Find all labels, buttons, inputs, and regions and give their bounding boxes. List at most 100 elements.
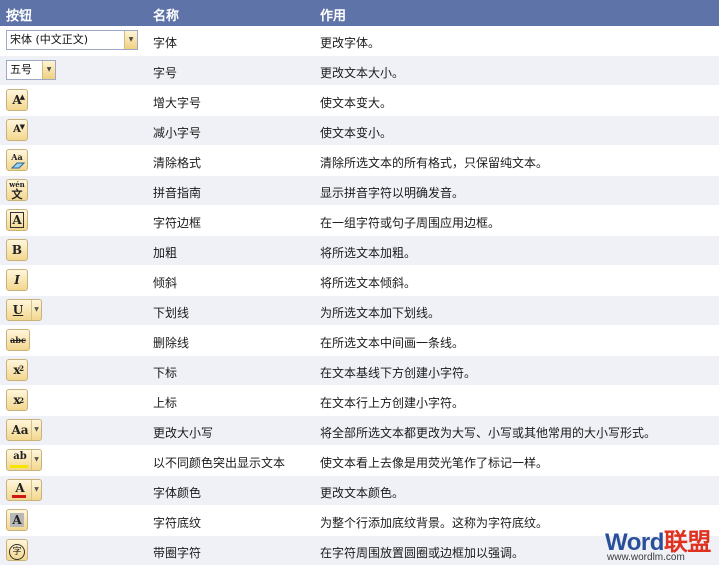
row-name: 清除格式 xyxy=(153,156,202,170)
strikethrough-icon[interactable]: abc xyxy=(6,329,30,351)
grow-font-icon[interactable]: A ▲ xyxy=(6,89,28,111)
row-usage: 更改字体。 xyxy=(320,36,381,50)
table-row: 宋体 (中文正文) ▼ 字体 更改字体。 xyxy=(0,26,719,56)
row-usage: 显示拼音字符以明确发音。 xyxy=(320,186,465,200)
table-row: A ▼ 字体颜色 更改文本颜色。 xyxy=(0,476,719,506)
clear-formatting-icon[interactable]: Aa xyxy=(6,149,28,171)
font-name-combo[interactable]: 宋体 (中文正文) ▼ xyxy=(6,30,138,50)
italic-glyph: I xyxy=(14,273,20,287)
row-name: 字符底纹 xyxy=(153,516,202,530)
table-row: A ▼ 减小字号 使文本变小。 xyxy=(0,116,719,146)
row-usage: 清除所选文本的所有格式，只保留纯文本。 xyxy=(320,156,549,170)
row-usage: 使文本看上去像是用荧光笔作了标记一样。 xyxy=(320,456,549,470)
row-usage: 更改文本大小。 xyxy=(320,66,405,80)
row-usage: 将全部所选文本都更改为大写、小写或其他常用的大小写形式。 xyxy=(320,426,657,440)
row-name: 带圈字符 xyxy=(153,546,202,560)
font-color-glyph: A xyxy=(15,481,25,495)
change-case-glyph: Aa xyxy=(11,423,29,437)
strikethrough-glyph: abc xyxy=(10,335,26,345)
font-name-value: 宋体 (中文正文) xyxy=(10,33,89,46)
font-color-icon[interactable]: A ▼ xyxy=(6,479,42,501)
row-name: 以不同颜色突出显示文本 xyxy=(153,456,286,470)
highlight-color-bar-icon xyxy=(10,465,28,468)
underline-glyph: U xyxy=(12,303,24,317)
chevron-down-icon[interactable]: ▼ xyxy=(31,450,41,470)
character-shading-icon[interactable]: A xyxy=(6,509,28,531)
change-case-icon[interactable]: Aa ▼ xyxy=(6,419,42,441)
row-usage: 使文本变大。 xyxy=(320,96,393,110)
caret-down-icon: ▼ xyxy=(19,122,25,131)
header-usage-col: 作用 xyxy=(320,9,347,24)
subscript-icon[interactable]: x2 xyxy=(6,359,28,381)
row-name: 字体 xyxy=(153,36,178,50)
row-usage: 为整个行添加底纹背景。这称为字符底纹。 xyxy=(320,516,549,530)
wordlm-watermark: Word联盟 www.wordlm.com xyxy=(593,520,719,567)
row-usage: 在所选文本中间画一条线。 xyxy=(320,336,465,350)
highlight-glyph: ab xyxy=(13,451,27,462)
row-name: 下标 xyxy=(153,366,178,380)
header-name-col: 名称 xyxy=(153,9,180,24)
bold-glyph: B xyxy=(11,243,23,257)
row-usage: 为所选文本加下划线。 xyxy=(320,306,441,320)
row-usage: 将所选文本加粗。 xyxy=(320,246,417,260)
clear-formatting-glyph: Aa xyxy=(11,152,23,162)
row-usage: 将所选文本倾斜。 xyxy=(320,276,417,290)
row-name: 更改大小写 xyxy=(153,426,214,440)
table-row: wén 文 拼音指南 显示拼音字符以明确发音。 xyxy=(0,176,719,206)
table-row: ab ▼ 以不同颜色突出显示文本 使文本看上去像是用荧光笔作了标记一样。 xyxy=(0,446,719,476)
chevron-down-icon[interactable]: ▼ xyxy=(124,31,137,49)
table-row: abc 删除线 在所选文本中间画一条线。 xyxy=(0,326,719,356)
chevron-down-icon[interactable]: ▼ xyxy=(42,61,55,79)
superscript-mark-icon: 2 xyxy=(19,396,24,405)
row-name: 下划线 xyxy=(153,306,190,320)
table-row: x2 下标 在文本基线下方创建小字符。 xyxy=(0,356,719,386)
phonetic-guide-icon[interactable]: wén 文 xyxy=(6,179,28,201)
row-usage: 在字符周围放置圆圈或边框加以强调。 xyxy=(320,546,525,560)
table-row: A 字符边框 在一组字符或句子周围应用边框。 xyxy=(0,206,719,236)
row-usage: 在文本基线下方创建小字符。 xyxy=(320,366,477,380)
row-name: 上标 xyxy=(153,396,178,410)
enclose-characters-glyph: 字 xyxy=(9,544,25,560)
chevron-down-icon[interactable]: ▼ xyxy=(31,420,41,440)
highlight-glyph-wrap: ab xyxy=(7,450,33,470)
row-name: 加粗 xyxy=(153,246,178,260)
superscript-icon[interactable]: x2 xyxy=(6,389,28,411)
row-name: 增大字号 xyxy=(153,96,202,110)
shrink-font-icon[interactable]: A ▼ xyxy=(6,119,28,141)
watermark-url: www.wordlm.com xyxy=(607,552,685,563)
subscript-mark-icon: 2 xyxy=(19,364,24,373)
phonetic-char-glyph: 文 xyxy=(11,188,23,201)
font-color-bar-icon xyxy=(12,495,26,498)
row-name: 减小字号 xyxy=(153,126,202,140)
character-border-icon[interactable]: A xyxy=(6,209,28,231)
header-button-col: 按钮 xyxy=(6,9,33,24)
row-name: 拼音指南 xyxy=(153,186,202,200)
bold-icon[interactable]: B xyxy=(6,239,28,261)
table-row: B 加粗 将所选文本加粗。 xyxy=(0,236,719,266)
caret-up-icon: ▲ xyxy=(19,92,25,101)
chevron-down-icon[interactable]: ▼ xyxy=(31,480,41,500)
table-row: I 倾斜 将所选文本倾斜。 xyxy=(0,266,719,296)
row-usage: 在文本行上方创建小字符。 xyxy=(320,396,465,410)
table-row: U ▼ 下划线 为所选文本加下划线。 xyxy=(0,296,719,326)
underline-icon[interactable]: U ▼ xyxy=(6,299,42,321)
row-name: 倾斜 xyxy=(153,276,178,290)
font-size-value: 五号 xyxy=(10,63,32,76)
table-row: Aa ▼ 更改大小写 将全部所选文本都更改为大写、小写或其他常用的大小写形式。 xyxy=(0,416,719,446)
row-usage: 在一组字符或句子周围应用边框。 xyxy=(320,216,501,230)
table-row: x2 上标 在文本行上方创建小字符。 xyxy=(0,386,719,416)
font-size-combo[interactable]: 五号 ▼ xyxy=(6,60,56,80)
font-color-glyph-wrap: A xyxy=(7,480,33,500)
table-header: 按钮 名称 作用 xyxy=(0,0,719,26)
highlight-icon[interactable]: ab ▼ xyxy=(6,449,42,471)
enclose-characters-icon[interactable]: 字 xyxy=(6,539,28,561)
table-row: 五号 ▼ 字号 更改文本大小。 xyxy=(0,56,719,86)
table-row: A ▲ 增大字号 使文本变大。 xyxy=(0,86,719,116)
italic-icon[interactable]: I xyxy=(6,269,28,291)
chevron-down-icon[interactable]: ▼ xyxy=(31,300,41,320)
eraser-icon xyxy=(11,162,25,169)
row-name: 删除线 xyxy=(153,336,190,350)
character-shading-glyph: A xyxy=(10,513,24,527)
formatting-buttons-table: 按钮 名称 作用 宋体 (中文正文) ▼ 字体 更改字体。 五号 ▼ 字号 更改… xyxy=(0,0,719,566)
row-usage: 使文本变小。 xyxy=(320,126,393,140)
